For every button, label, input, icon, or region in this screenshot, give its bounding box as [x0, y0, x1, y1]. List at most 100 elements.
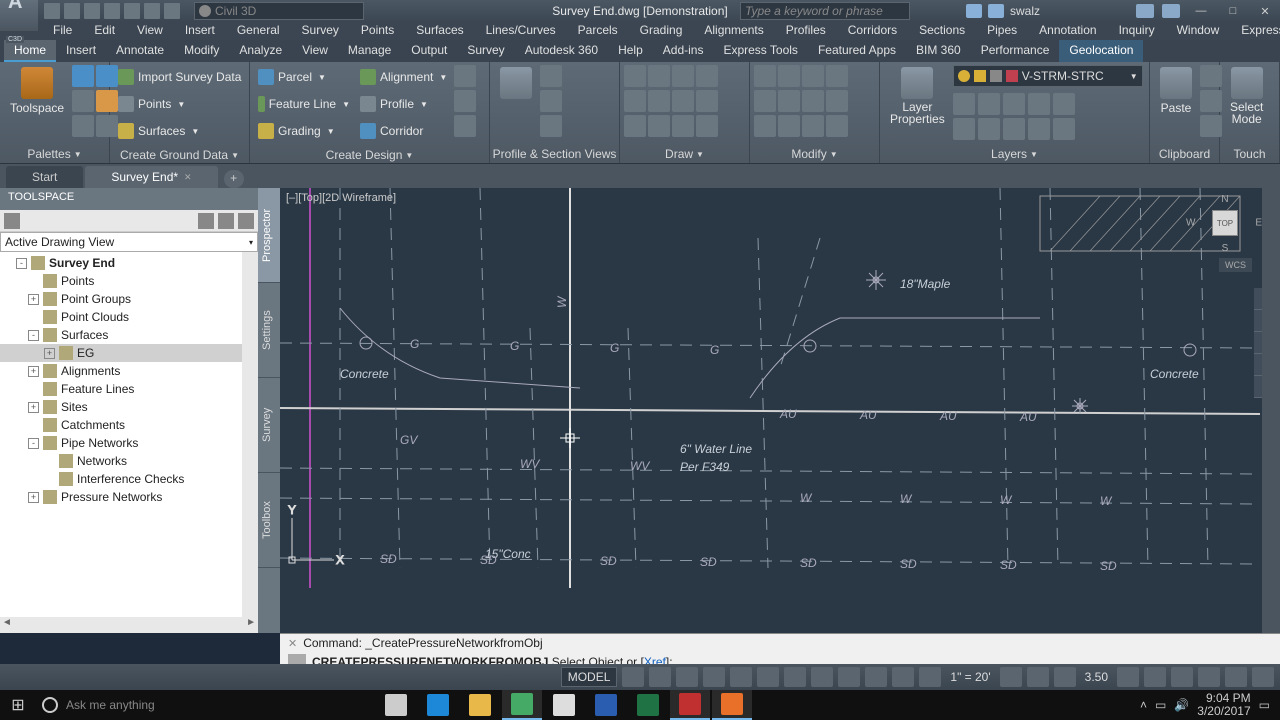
grading-button[interactable]: Grading▼: [254, 119, 354, 143]
array-icon[interactable]: [802, 115, 824, 137]
tree-scrollbar-h[interactable]: ◄►: [0, 617, 258, 633]
panel-title-palettes[interactable]: Palettes▼: [0, 145, 109, 163]
menu-corridors[interactable]: Corridors: [837, 21, 908, 39]
ribbon-tab-view[interactable]: View: [292, 40, 338, 62]
parcel-button[interactable]: Parcel▼: [254, 65, 354, 89]
expand-icon[interactable]: -: [28, 330, 39, 341]
tree-node-points[interactable]: Points: [0, 272, 258, 290]
expand-icon[interactable]: +: [44, 348, 55, 359]
wcs-label[interactable]: WCS: [1219, 258, 1252, 272]
cortana-search[interactable]: Ask me anything: [36, 697, 336, 713]
surfaces-button[interactable]: Surfaces▼: [114, 119, 245, 143]
workspace-icon[interactable]: [1027, 667, 1049, 687]
start-button[interactable]: ⊞: [0, 690, 36, 720]
layer-tool-2-icon[interactable]: [978, 93, 1000, 115]
model-space-toggle[interactable]: MODEL: [561, 667, 618, 687]
close-tab-icon[interactable]: ✕: [184, 172, 192, 183]
panel-title-design[interactable]: Create Design▼: [250, 146, 489, 164]
scale-icon[interactable]: [778, 115, 800, 137]
tray-chevron-icon[interactable]: ˄: [1140, 698, 1147, 712]
layer-tool-4-icon[interactable]: [1028, 93, 1050, 115]
layer-tool-9-icon[interactable]: [1028, 118, 1050, 140]
tab-prospector[interactable]: Prospector: [258, 188, 280, 283]
tree-node-interference-checks[interactable]: Interference Checks: [0, 470, 258, 488]
tray-network-icon[interactable]: ▭: [1155, 698, 1166, 712]
annotation-scale[interactable]: 1" = 20': [946, 670, 994, 684]
pv-btn-2-icon[interactable]: [540, 90, 562, 112]
customize-status-icon[interactable]: [1252, 667, 1274, 687]
edge-icon[interactable]: [418, 690, 458, 720]
tray-volume-icon[interactable]: 🔊: [1174, 698, 1189, 712]
alignment-button[interactable]: Alignment▼: [356, 65, 452, 89]
panel-title-layers[interactable]: Layers▼: [880, 145, 1149, 163]
camtasia-icon[interactable]: [712, 690, 752, 720]
tree-scrollbar-v[interactable]: [242, 252, 258, 617]
ribbon-tab-manage[interactable]: Manage: [338, 40, 401, 62]
3dsnap-toggle-icon[interactable]: [784, 667, 806, 687]
viewcube[interactable]: N S W E TOP: [1198, 196, 1252, 250]
menu-annotation[interactable]: Annotation: [1028, 21, 1107, 39]
draw-btn-6-icon[interactable]: [648, 90, 670, 112]
exchange-icon[interactable]: [1136, 4, 1154, 18]
tree-node-point-clouds[interactable]: Point Clouds: [0, 308, 258, 326]
toolspace-button[interactable]: Toolspace: [4, 65, 70, 117]
osnap-toggle-icon[interactable]: [757, 667, 779, 687]
layer-properties-button[interactable]: LayerProperties: [884, 65, 951, 127]
ribbon-tab-featured[interactable]: Featured Apps: [808, 40, 906, 62]
transparency-toggle-icon[interactable]: [865, 667, 887, 687]
arc-icon[interactable]: [696, 65, 718, 87]
feature-line-button[interactable]: Feature Line▼: [254, 92, 354, 116]
layer-tool-3-icon[interactable]: [1003, 93, 1025, 115]
ribbon-tab-insert[interactable]: Insert: [56, 40, 106, 62]
qat-saveas-icon[interactable]: [104, 3, 120, 19]
ribbon-tab-help[interactable]: Help: [608, 40, 653, 62]
close-button[interactable]: ✕: [1250, 1, 1280, 21]
draw-btn-10-icon[interactable]: [648, 115, 670, 137]
expand-icon[interactable]: +: [28, 366, 39, 377]
mirror-icon[interactable]: [778, 90, 800, 112]
move-icon[interactable]: [754, 65, 776, 87]
qat-save-icon[interactable]: [84, 3, 100, 19]
line-icon[interactable]: [624, 65, 646, 87]
ribbon-tab-analyze[interactable]: Analyze: [229, 40, 292, 62]
ts-help-icon[interactable]: [238, 213, 254, 229]
app-icon[interactable]: [0, 0, 38, 31]
clipboard-copy-icon[interactable]: [1200, 90, 1222, 112]
stretch-icon[interactable]: [754, 115, 776, 137]
viewport-label[interactable]: [–][Top][2D Wireframe]: [286, 192, 396, 204]
menu-view[interactable]: View: [126, 21, 174, 39]
palette-btn-1-icon[interactable]: [72, 65, 94, 87]
tree-node-alignments[interactable]: +Alignments: [0, 362, 258, 380]
ribbon-tab-annotate[interactable]: Annotate: [106, 40, 174, 62]
ts-toolbar-icon-2[interactable]: [198, 213, 214, 229]
qat-new-icon[interactable]: [44, 3, 60, 19]
qat-undo-icon[interactable]: [144, 3, 160, 19]
menu-parcels[interactable]: Parcels: [567, 21, 629, 39]
ribbon-tab-addins[interactable]: Add-ins: [653, 40, 714, 62]
clean-screen-icon[interactable]: [1225, 667, 1247, 687]
design-extra-1-icon[interactable]: [454, 65, 476, 87]
tree-node-sites[interactable]: +Sites: [0, 398, 258, 416]
qat-plot-icon[interactable]: [124, 3, 140, 19]
panel-title-draw[interactable]: Draw▼: [620, 145, 749, 163]
otrack-toggle-icon[interactable]: [811, 667, 833, 687]
menu-grading[interactable]: Grading: [629, 21, 694, 39]
draw-btn-7-icon[interactable]: [672, 90, 694, 112]
task-view-icon[interactable]: [376, 690, 416, 720]
lineweight-toggle-icon[interactable]: [838, 667, 860, 687]
cmdline-close-icon[interactable]: ✕: [288, 637, 297, 650]
layer-tool-8-icon[interactable]: [1003, 118, 1025, 140]
menu-points[interactable]: Points: [350, 21, 405, 39]
tree-node-pressure-networks[interactable]: +Pressure Networks: [0, 488, 258, 506]
minimize-button[interactable]: —: [1186, 1, 1216, 21]
autocad-icon[interactable]: [670, 690, 710, 720]
menu-pipes[interactable]: Pipes: [976, 21, 1028, 39]
design-extra-3-icon[interactable]: [454, 115, 476, 137]
workspace-selector[interactable]: Civil 3D: [194, 2, 364, 20]
tree-node-pipe-networks[interactable]: -Pipe Networks: [0, 434, 258, 452]
ribbon-tab-express[interactable]: Express Tools: [713, 40, 807, 62]
paste-button[interactable]: Paste: [1154, 65, 1198, 117]
ribbon-tab-performance[interactable]: Performance: [971, 40, 1060, 62]
tree-node-survey-end[interactable]: -Survey End: [0, 254, 258, 272]
rotate-icon[interactable]: [778, 65, 800, 87]
